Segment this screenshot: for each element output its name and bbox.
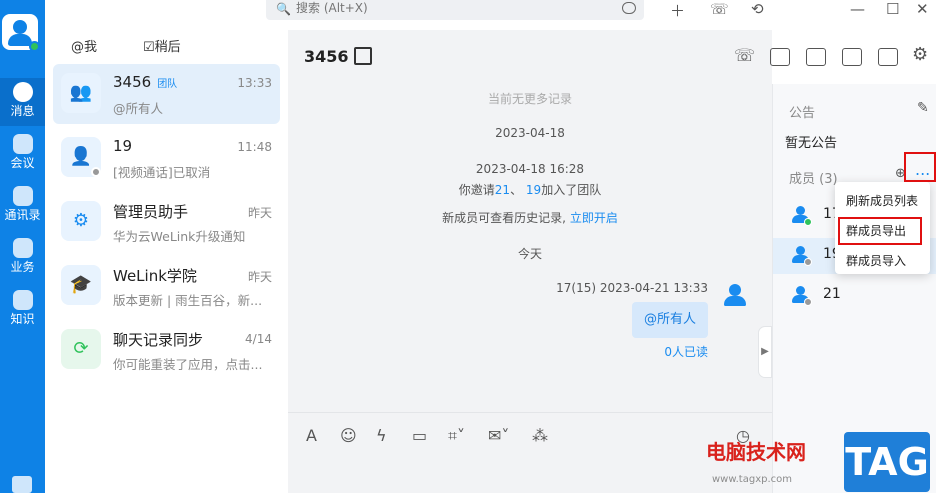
calendar-event-icon[interactable] <box>878 48 898 66</box>
person-icon <box>791 245 812 266</box>
rail-item-meetings[interactable]: 会议 <box>0 130 45 178</box>
filter-mentions[interactable]: @我 <box>71 36 97 55</box>
left-rail: 消息 会议 通讯录 业务 知识 <box>0 0 45 493</box>
checkbox-icon: ☑ <box>143 40 155 55</box>
qr-code-icon[interactable] <box>354 47 372 65</box>
conversation-list: @我 ☑稍后 👥 3456 团队 13:33 @所有人 👤 19 11:48 [视… <box>45 0 288 493</box>
collapse-panel-handle[interactable]: ▶ <box>758 326 772 378</box>
conversation-item[interactable]: 👥 3456 团队 13:33 @所有人 <box>53 64 280 124</box>
tag-logo: TAG <box>844 432 930 492</box>
admin-avatar: ⚙ <box>61 201 101 241</box>
search-input[interactable] <box>296 0 596 18</box>
chat-panel: 3456 当前无更多记录 2023-04-18 2023-04-18 16:28… <box>288 30 772 493</box>
offline-status-dot <box>91 167 101 177</box>
rail-item-contacts[interactable]: 通讯录 <box>0 182 45 230</box>
search-icon: 🔍 <box>276 2 291 16</box>
group-avatar: 👥 <box>61 73 101 113</box>
conversation-item[interactable]: 🎓 WeLink学院 昨天 版本更新 | 雨生百谷，新... <box>53 256 280 316</box>
apps-icon[interactable]: ⁂ <box>532 426 548 445</box>
phone-icon[interactable]: ☏ <box>734 46 755 66</box>
contacts-icon <box>12 186 33 206</box>
person-icon <box>791 285 812 306</box>
notice-title: 公告 <box>789 106 816 121</box>
emoji-icon[interactable]: ☺ <box>340 426 357 445</box>
maximize-icon[interactable]: ☐ <box>886 0 899 18</box>
video-call-icon[interactable] <box>770 48 790 66</box>
invite-notice: 你邀请21、 19加入了团队 <box>458 183 602 197</box>
group-icon: 👥 <box>69 82 93 103</box>
user-avatar[interactable] <box>2 14 40 52</box>
member-link[interactable]: 19 <box>526 183 541 197</box>
date-divider: 2023-04-18 <box>495 126 565 140</box>
message-meta: 17(15) 2023-04-21 13:33 <box>556 281 708 295</box>
menu-item-import-members[interactable]: 群成员导入 <box>846 252 906 269</box>
user-avatar: 👤 <box>61 137 101 177</box>
highlight-box <box>838 217 922 245</box>
video-camera-icon <box>12 134 33 154</box>
history-notice: 新成员可查看历史记录, 立即开启 <box>442 211 618 225</box>
no-more-records: 当前无更多记录 <box>487 92 572 106</box>
rail-item-business[interactable]: 业务 <box>0 234 45 282</box>
calendar-icon[interactable] <box>12 476 32 493</box>
settings-gear-icon[interactable]: ⚙ <box>912 44 928 65</box>
highlight-box <box>904 152 936 182</box>
call-icon[interactable]: ☏ <box>710 0 729 18</box>
my-avatar[interactable] <box>718 278 752 312</box>
message-bubble[interactable]: @所有人 <box>631 302 708 338</box>
rail-item-messages[interactable]: 消息 <box>0 78 45 126</box>
member-item[interactable]: 21 <box>773 278 936 314</box>
conversation-item[interactable]: ⟳ 聊天记录同步 4/14 你可能重装了应用，点击... <box>53 320 280 380</box>
menu-item-refresh-members[interactable]: 刷新成员列表 <box>846 192 918 209</box>
conversation-item[interactable]: 👤 19 11:48 [视频通话]已取消 <box>53 128 280 188</box>
voice-assistant-icon[interactable] <box>622 2 636 14</box>
more-tools-icon[interactable]: ✉˅ <box>488 426 509 445</box>
minimize-icon[interactable]: — <box>850 0 865 18</box>
text-format-icon[interactable]: A <box>306 426 317 445</box>
watermark-url: www.tagxp.com <box>712 474 792 485</box>
rail-item-knowledge[interactable]: 知识 <box>0 286 45 334</box>
edit-notice-icon[interactable]: ✎ <box>917 100 929 116</box>
sync-avatar: ⟳ <box>61 329 101 369</box>
team-badge: 团队 <box>157 79 178 90</box>
academy-avatar: 🎓 <box>61 265 101 305</box>
notice-text: 暂无公告 <box>785 136 838 151</box>
add-icon[interactable]: ＋ <box>670 0 685 21</box>
person-icon: 👤 <box>69 146 93 167</box>
person-icon <box>791 205 812 226</box>
chat-title: 3456 <box>304 47 349 66</box>
book-icon <box>12 290 33 310</box>
history-icon[interactable]: ⟲ <box>751 0 764 18</box>
graduation-cap-icon: 🎓 <box>69 274 93 295</box>
filter-later[interactable]: ☑稍后 <box>143 36 181 55</box>
date-divider: 2023-04-18 16:28 <box>475 162 585 176</box>
chat-bubble-icon <box>12 82 33 102</box>
read-receipt[interactable]: 0人已读 <box>664 343 708 360</box>
close-icon[interactable]: ✕ <box>916 0 929 18</box>
conversation-item[interactable]: ⚙ 管理员助手 昨天 华为云WeLink升级通知 <box>53 192 280 252</box>
mail-icon[interactable] <box>806 48 826 66</box>
apps-grid-icon <box>12 238 33 258</box>
search-bar[interactable]: 🔍 <box>266 0 644 20</box>
folder-icon[interactable]: ▭ <box>412 426 427 445</box>
screenshot-icon[interactable]: ⌗˅ <box>448 426 465 446</box>
files-icon[interactable] <box>842 48 862 66</box>
quick-reply-icon[interactable]: ϟ <box>376 426 387 445</box>
sync-icon: ⟳ <box>73 338 89 359</box>
member-link[interactable]: 21 <box>495 183 510 197</box>
enable-history-link[interactable]: 立即开启 <box>570 211 618 225</box>
online-status-dot <box>29 41 40 52</box>
members-title: 成员 (3) <box>789 172 838 187</box>
watermark-site-name: 电脑技术网 <box>706 440 806 464</box>
admin-assistant-icon: ⚙ <box>72 210 90 231</box>
today-divider: 今天 <box>517 247 542 261</box>
